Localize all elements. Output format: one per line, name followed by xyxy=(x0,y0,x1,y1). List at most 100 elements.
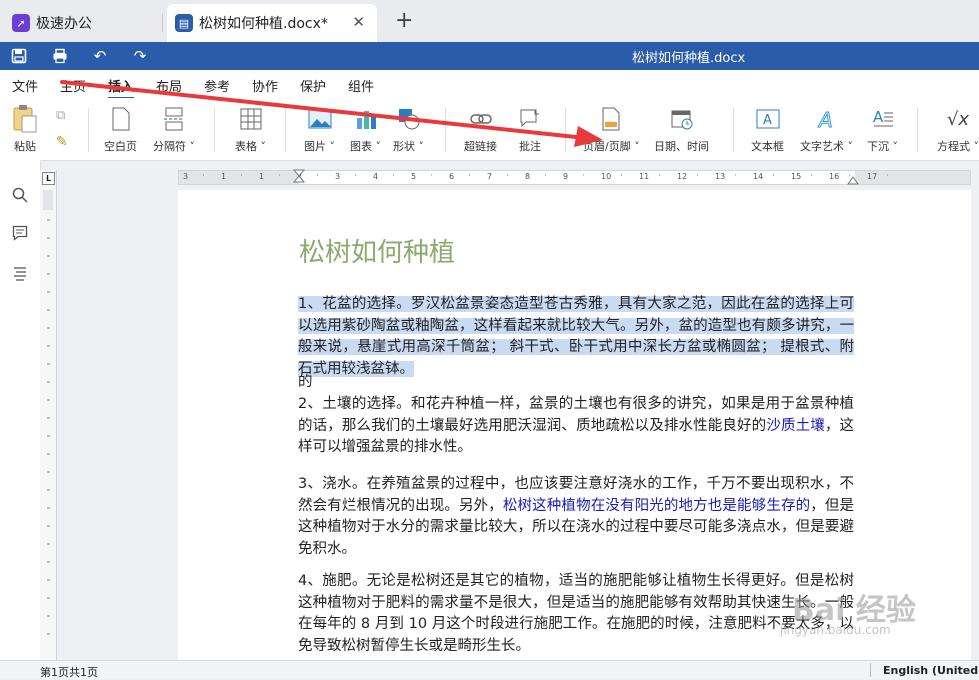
table-button[interactable]: 表格 ˅ xyxy=(235,106,266,154)
ribbon-divider xyxy=(88,108,89,152)
separator-button[interactable]: 分隔符 ˅ xyxy=(153,106,195,154)
svg-text:A: A xyxy=(873,108,884,126)
ruler-number: 7 xyxy=(487,172,493,181)
print-icon[interactable] xyxy=(50,46,70,66)
shape-icon xyxy=(396,106,422,132)
tab-document-label: 松树如何种植.docx* xyxy=(199,16,328,32)
indent-marker-icon[interactable] xyxy=(293,169,307,183)
ruler-tick: · xyxy=(468,171,471,181)
ruler-tick: · xyxy=(544,171,547,181)
menu-collaborate[interactable]: 协作 xyxy=(252,76,278,95)
inline-link[interactable]: 沙质土壤 xyxy=(766,418,825,434)
language-indicator[interactable]: English (United Sta xyxy=(883,664,979,677)
ruler-number: 1 xyxy=(259,172,265,181)
comment-label: 批注 xyxy=(519,140,541,153)
paragraph-1: 1、花盆的选择。罗汉松盆景姿态造型苍古秀雅，具有大家之范，因此在盆的选择上可以选… xyxy=(298,294,854,380)
save-icon[interactable] xyxy=(9,46,29,66)
comment-button[interactable]: 批注 xyxy=(517,106,543,154)
ruler-number: 11 xyxy=(639,172,650,181)
image-button[interactable]: 图片 ˅ xyxy=(304,106,335,154)
ruler-tick: · xyxy=(240,171,243,181)
hyperlink-button[interactable]: 超链接 xyxy=(464,106,497,154)
close-tab-icon[interactable]: ✕ xyxy=(352,13,365,31)
image-icon xyxy=(307,106,333,132)
insert-ribbon: 粘贴 ⧉ ✎ 空白页 分隔符 ˅ 表格 ˅ 图片 ˅ 图表 ˅ 形状 ˅ 超链接… xyxy=(0,98,979,161)
ruler-tick: · xyxy=(772,171,775,181)
shape-button[interactable]: 形状 ˅ xyxy=(393,106,424,154)
horizontal-ruler: 3·1·1·2·3·4·5·6·7·8·9·10·11·12·13·14·15·… xyxy=(178,169,971,185)
ruler-left-margin xyxy=(179,171,299,184)
equation-icon: √x xyxy=(946,108,970,130)
text-art-button[interactable]: A 文字艺术 ˅ xyxy=(800,106,853,154)
copy-icon[interactable]: ⧉ xyxy=(56,108,65,123)
status-bar: 第1页共1页 English (United Sta xyxy=(0,660,979,679)
chart-button[interactable]: 图表 ˅ xyxy=(350,106,381,154)
ruler-number: 10 xyxy=(601,172,612,181)
document-icon: ▤ xyxy=(175,14,193,32)
comments-icon[interactable] xyxy=(10,223,30,243)
ruler-number: 16 xyxy=(829,172,840,181)
ruler-number: 13 xyxy=(715,172,726,181)
ribbon-divider xyxy=(565,108,566,152)
tab-document[interactable]: ▤ 松树如何种植.docx* ✕ xyxy=(167,4,377,42)
date-time-button[interactable]: 日期、时间 xyxy=(654,106,709,154)
drop-cap-icon: A xyxy=(870,106,896,132)
search-icon[interactable] xyxy=(10,185,30,205)
header-footer-icon xyxy=(598,106,624,132)
image-label: 图片 ˅ xyxy=(304,140,335,153)
right-indent-marker-icon[interactable] xyxy=(847,173,859,185)
chart-icon xyxy=(353,106,379,132)
header-footer-button[interactable]: 页眉/页脚 ˅ xyxy=(583,106,640,154)
menu-insert[interactable]: 插入 xyxy=(108,76,135,99)
menu-file[interactable]: 文件 xyxy=(12,76,38,95)
ribbon-divider xyxy=(214,108,215,152)
format-painter-icon[interactable]: ✎ xyxy=(56,134,68,150)
ruler-tick: · xyxy=(734,171,737,181)
tab-home-label: 极速办公 xyxy=(36,16,92,32)
svg-text:A: A xyxy=(763,113,772,128)
text-art-label: 文字艺术 ˅ xyxy=(800,140,853,153)
date-time-label: 日期、时间 xyxy=(654,140,709,153)
rocket-icon: ➚ xyxy=(12,14,30,32)
tab-stop-selector[interactable]: L xyxy=(42,172,55,185)
link-icon xyxy=(468,106,494,132)
paragraph-3: 3、浇水。在养殖盆景的过程中，也应该要注意好浇水的工作，千万不要出现积水，不然会… xyxy=(298,476,855,557)
tab-divider xyxy=(162,14,163,32)
new-tab-button[interactable]: + xyxy=(395,8,413,33)
menu-home[interactable]: 主页 xyxy=(60,76,86,95)
menu-references[interactable]: 参考 xyxy=(204,76,230,95)
tab-home[interactable]: ➚ 极速办公 xyxy=(0,4,162,42)
tab-strip: ➚ 极速办公 ▤ 松树如何种植.docx* ✕ + xyxy=(0,0,979,42)
ruler-number: 9 xyxy=(563,172,569,181)
text-box-button[interactable]: A 文本框 xyxy=(751,106,784,154)
ruler-tick: · xyxy=(430,171,433,181)
paragraph-2: 2、土壤的选择。和花卉种植一样，盆景的土壤也有很多的讲究，如果是用于盆景种植的话… xyxy=(298,396,855,455)
shape-label: 形状 ˅ xyxy=(393,140,424,153)
redo-icon[interactable]: ↷ xyxy=(130,46,150,66)
paste-icon xyxy=(12,105,38,133)
vertical-ruler: L xyxy=(40,170,57,660)
navigation-icon[interactable] xyxy=(10,263,30,283)
ribbon-divider xyxy=(917,108,918,152)
menu-layout[interactable]: 布局 xyxy=(156,76,182,95)
ribbon-divider xyxy=(445,108,446,152)
undo-icon[interactable]: ↶ xyxy=(90,46,110,66)
menu-plugins[interactable]: 组件 xyxy=(348,76,374,95)
watermark: Bai 经验 jingyan.baidu.com xyxy=(780,585,916,637)
menu-bar: 文件 主页 插入 布局 参考 协作 保护 组件 xyxy=(0,70,979,99)
menu-protect[interactable]: 保护 xyxy=(300,76,326,95)
ruler-number: 3 xyxy=(183,172,189,181)
blank-page-button[interactable]: 空白页 xyxy=(104,106,137,154)
ribbon-divider xyxy=(285,108,286,152)
ruler-tick: · xyxy=(278,171,281,181)
calendar-icon xyxy=(669,106,695,132)
text-box-label: 文本框 xyxy=(751,140,784,153)
equation-button[interactable]: √x 方程式 ˅ xyxy=(937,106,979,154)
paste-button[interactable]: 粘贴 xyxy=(12,105,38,154)
drop-cap-button[interactable]: A 下沉 ˅ xyxy=(867,106,898,154)
ruler-tick: · xyxy=(392,171,395,181)
paragraph-4: 4、施肥。无论是松树还是其它的植物，适当的施肥能够让植物生长得更好。但是松树这种… xyxy=(298,573,854,654)
hyperlink-label: 超链接 xyxy=(464,140,497,153)
inline-link[interactable]: 松树这种植物在没有阳光的地方也是能够生存的 xyxy=(503,498,810,514)
ruler-tick: · xyxy=(506,171,509,181)
